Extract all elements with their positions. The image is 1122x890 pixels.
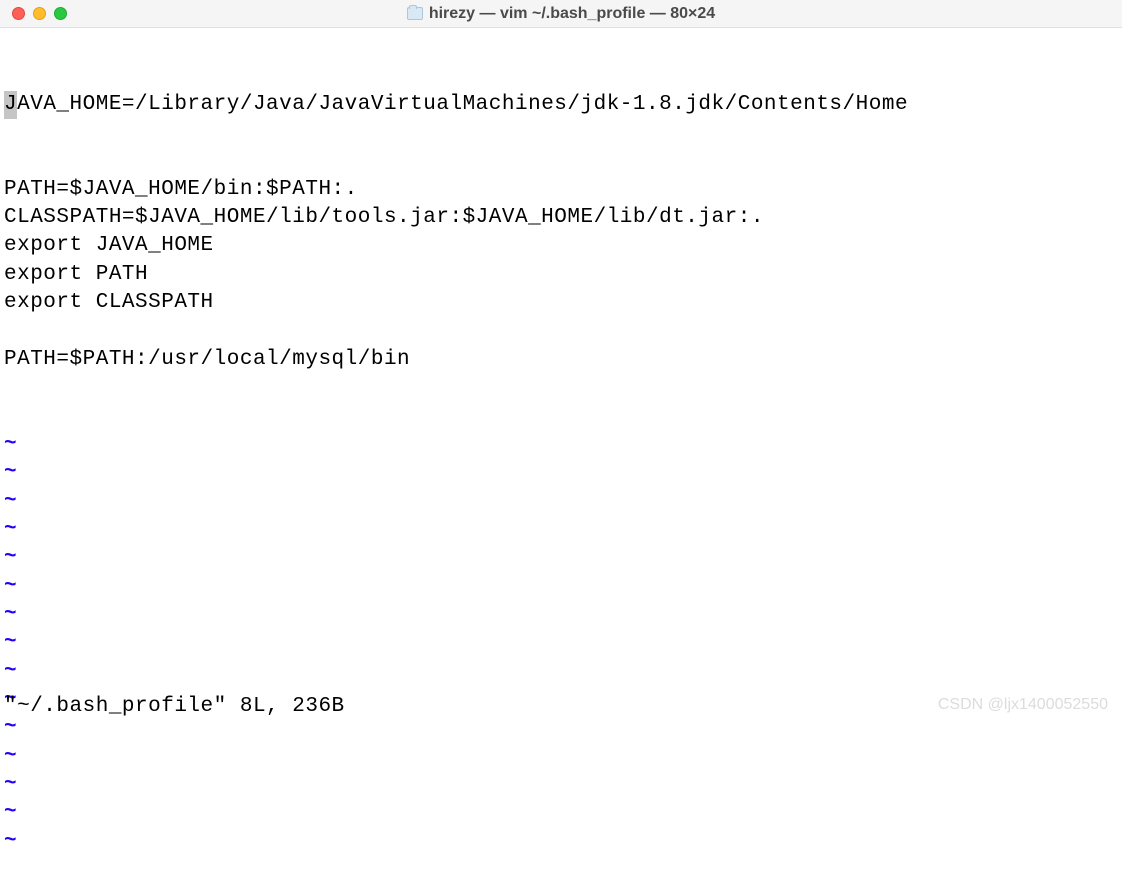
- empty-line-tilde: ~: [4, 601, 1118, 629]
- empty-line-tilde: ~: [4, 828, 1118, 856]
- file-line: export JAVA_HOME: [4, 232, 1118, 260]
- folder-icon: [407, 7, 423, 20]
- empty-line-tilde: ~: [4, 799, 1118, 827]
- window-title-wrap: hirezy — vim ~/.bash_profile — 80×24: [0, 5, 1122, 23]
- empty-line-tilde: ~: [4, 488, 1118, 516]
- terminal-content[interactable]: JAVA_HOME=/Library/Java/JavaVirtualMachi…: [0, 28, 1122, 890]
- file-line: CLASSPATH=$JAVA_HOME/lib/tools.jar:$JAVA…: [4, 204, 1118, 232]
- maximize-button[interactable]: [54, 7, 67, 20]
- file-line: export PATH: [4, 261, 1118, 289]
- window-title: hirezy — vim ~/.bash_profile — 80×24: [429, 5, 715, 23]
- file-line: export CLASSPATH: [4, 289, 1118, 317]
- empty-line-tilde: ~: [4, 658, 1118, 686]
- watermark: CSDN @ljx1400052550: [938, 696, 1108, 714]
- close-button[interactable]: [12, 7, 25, 20]
- minimize-button[interactable]: [33, 7, 46, 20]
- empty-line-tilde: ~: [4, 714, 1118, 742]
- empty-line-tilde: ~: [4, 459, 1118, 487]
- traffic-lights: [0, 7, 67, 20]
- empty-line-tilde: ~: [4, 771, 1118, 799]
- empty-line-tilde: ~: [4, 573, 1118, 601]
- cursor: J: [4, 91, 17, 119]
- file-line: [4, 317, 1118, 345]
- empty-line-tilde: ~: [4, 431, 1118, 459]
- file-line: PATH=$PATH:/usr/local/mysql/bin: [4, 346, 1118, 374]
- file-line-1: JAVA_HOME=/Library/Java/JavaVirtualMachi…: [4, 91, 1118, 119]
- empty-line-tilde: ~: [4, 544, 1118, 572]
- empty-line-tilde: ~: [4, 516, 1118, 544]
- empty-line-tilde: ~: [4, 743, 1118, 771]
- vim-status-line: "~/.bash_profile" 8L, 236B: [4, 695, 345, 718]
- window-titlebar: hirezy — vim ~/.bash_profile — 80×24: [0, 0, 1122, 28]
- file-line: PATH=$JAVA_HOME/bin:$PATH:.: [4, 176, 1118, 204]
- empty-line-tilde: ~: [4, 629, 1118, 657]
- line-text: AVA_HOME=/Library/Java/JavaVirtualMachin…: [17, 93, 908, 116]
